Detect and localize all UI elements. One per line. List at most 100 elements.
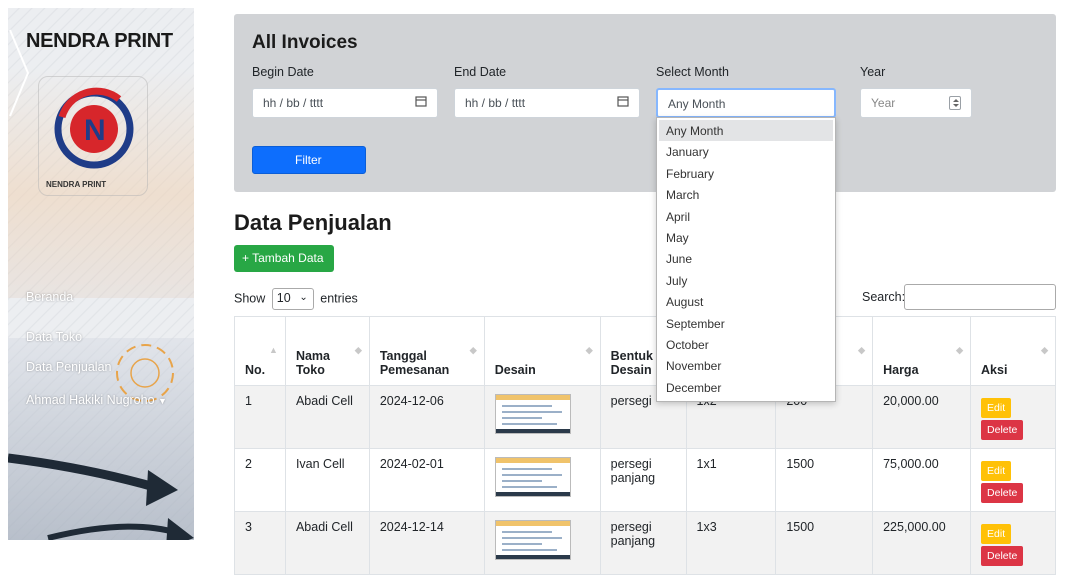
- svg-text:N: N: [84, 114, 106, 147]
- sidebar-item-data-penjualan[interactable]: Data Penjualan: [26, 360, 111, 374]
- logo-mark-icon: N: [54, 87, 134, 169]
- caret-down-icon: ▼: [158, 396, 167, 406]
- filter-button[interactable]: Filter: [252, 146, 366, 174]
- cell-harga: 225,000.00: [872, 511, 972, 575]
- logo: N: [38, 76, 148, 196]
- user-name: Ahmad Hakiki Nugroho: [26, 393, 155, 407]
- sort-icon: ◆: [1041, 345, 1048, 355]
- sidebar-arrows-decor: [8, 453, 194, 540]
- edit-button[interactable]: Edit: [981, 524, 1012, 544]
- sidebar-item-data-toko[interactable]: Data Toko: [26, 330, 82, 344]
- col-harga-label: Harga: [883, 363, 919, 377]
- delete-button[interactable]: Delete: [981, 483, 1024, 503]
- col-desain-label: Desain: [494, 363, 536, 377]
- end-date-placeholder: hh / bb / tttt: [465, 96, 526, 110]
- search-label: Search:: [862, 290, 906, 304]
- calendar-icon[interactable]: [415, 95, 427, 107]
- col-no[interactable]: No. ▲: [234, 316, 286, 386]
- delete-button[interactable]: Delete: [981, 546, 1024, 566]
- table-header-row: No. ▲ Nama Toko ◆ Tanggal Pemesanan ◆ Desai…: [234, 316, 1056, 386]
- end-date-input[interactable]: hh / bb / tttt: [454, 88, 640, 118]
- cell-no: 1: [234, 385, 286, 449]
- calendar-icon[interactable]: [617, 95, 629, 107]
- sort-icon: ◆: [858, 345, 866, 355]
- cell-tanggal: 2024-02-01: [368, 448, 485, 512]
- cell-desain: [483, 448, 601, 512]
- table-row: 2 Ivan Cell 2024-02-01 persegi panjang 1…: [234, 448, 1056, 512]
- cell-jumlah: 1500: [775, 448, 874, 512]
- year-input[interactable]: Year: [860, 88, 972, 118]
- add-data-button[interactable]: + Tambah Data: [234, 245, 334, 272]
- cell-bentuk: persegi panjang: [599, 448, 687, 512]
- col-no-label: No.: [245, 363, 266, 377]
- month-option-february[interactable]: February: [659, 163, 833, 184]
- col-tanggal-label: Tanggal Pemesanan: [379, 349, 450, 377]
- sidebar-item-user-menu[interactable]: Ahmad Hakiki Nugroho ▼: [26, 393, 167, 407]
- sort-icon: ◆: [469, 345, 477, 355]
- design-thumbnail[interactable]: [494, 457, 571, 497]
- design-thumbnail[interactable]: [494, 394, 571, 434]
- sort-icon: ◆: [354, 345, 362, 355]
- cell-aksi: Edit Delete: [970, 448, 1056, 512]
- col-harga[interactable]: Harga ◆: [872, 316, 972, 386]
- cell-aksi: Edit Delete: [970, 385, 1056, 449]
- end-date-label: End Date: [454, 65, 507, 79]
- page-title: Data Penjualan: [234, 210, 392, 235]
- month-option-may[interactable]: May: [659, 227, 833, 248]
- edit-button[interactable]: Edit: [981, 398, 1012, 418]
- chevron-down-icon: ⌄: [299, 292, 308, 303]
- cell-jumlah: 1500: [775, 511, 874, 575]
- sort-icon: ▲: [269, 345, 278, 355]
- cell-harga: 20,000.00: [872, 385, 972, 449]
- month-option-september[interactable]: September: [659, 313, 833, 334]
- cell-aksi: Edit Delete: [970, 511, 1056, 575]
- cell-toko: Abadi Cell: [284, 385, 370, 449]
- month-option-november[interactable]: November: [659, 355, 833, 376]
- delete-button[interactable]: Delete: [981, 420, 1024, 440]
- edit-button[interactable]: Edit: [981, 461, 1012, 481]
- month-option-any[interactable]: Any Month: [659, 120, 833, 142]
- year-label: Year: [860, 65, 886, 79]
- filter-title: All Invoices: [252, 32, 358, 53]
- spinner-icon[interactable]: [949, 96, 961, 110]
- search-input[interactable]: [904, 284, 1056, 310]
- month-option-january[interactable]: January: [659, 141, 833, 162]
- col-aksi[interactable]: Aksi ◆: [970, 316, 1056, 386]
- month-option-august[interactable]: August: [659, 291, 833, 312]
- cell-tanggal: 2024-12-14: [368, 511, 485, 575]
- sort-icon: ◆: [956, 345, 964, 355]
- entries-select[interactable]: 10 ⌄: [271, 288, 314, 310]
- col-nama-toko[interactable]: Nama Toko ◆: [284, 316, 370, 386]
- show-suffix: entries: [320, 291, 358, 306]
- table-row: 1 Abadi Cell 2024-12-06 persegi 1x2 200 …: [234, 385, 1056, 449]
- month-option-march[interactable]: March: [659, 184, 833, 205]
- cell-ukuran: 1x3: [685, 511, 777, 575]
- sidebar-item-beranda[interactable]: Beranda: [26, 290, 73, 304]
- col-aksi-label: Aksi: [981, 363, 1008, 377]
- month-option-june[interactable]: June: [659, 248, 833, 269]
- col-tanggal[interactable]: Tanggal Pemesanan ◆: [368, 316, 485, 386]
- month-option-october[interactable]: October: [659, 334, 833, 355]
- col-nama-toko-label: Nama Toko: [295, 349, 330, 377]
- sort-icon: ◆: [585, 345, 593, 355]
- cell-ukuran: 1x1: [685, 448, 777, 512]
- design-thumbnail[interactable]: [494, 520, 571, 560]
- cell-desain: [483, 385, 601, 449]
- begin-date-placeholder: hh / bb / tttt: [263, 96, 324, 110]
- entries-length-control: Show 10 ⌄ entries: [234, 288, 358, 310]
- month-option-april[interactable]: April: [659, 206, 833, 227]
- month-option-july[interactable]: July: [659, 270, 833, 291]
- begin-date-input[interactable]: hh / bb / tttt: [252, 88, 438, 118]
- month-dropdown-list: Any Month January February March April M…: [656, 117, 836, 402]
- cell-no: 3: [234, 511, 286, 575]
- month-option-december[interactable]: December: [659, 377, 833, 398]
- show-prefix: Show: [234, 291, 266, 306]
- col-bentuk-label: Bentuk Desain: [610, 349, 653, 377]
- col-desain[interactable]: Desain ◆: [483, 316, 601, 386]
- cell-toko: Abadi Cell: [284, 511, 370, 575]
- sales-table: No. ▲ Nama Toko ◆ Tanggal Pemesanan ◆ Desai…: [234, 316, 1056, 575]
- cell-no: 2: [234, 448, 286, 512]
- cell-toko: Ivan Cell: [284, 448, 370, 512]
- month-select[interactable]: Any Month: [656, 88, 836, 118]
- table-row: 3 Abadi Cell 2024-12-14 persegi panjang …: [234, 511, 1056, 575]
